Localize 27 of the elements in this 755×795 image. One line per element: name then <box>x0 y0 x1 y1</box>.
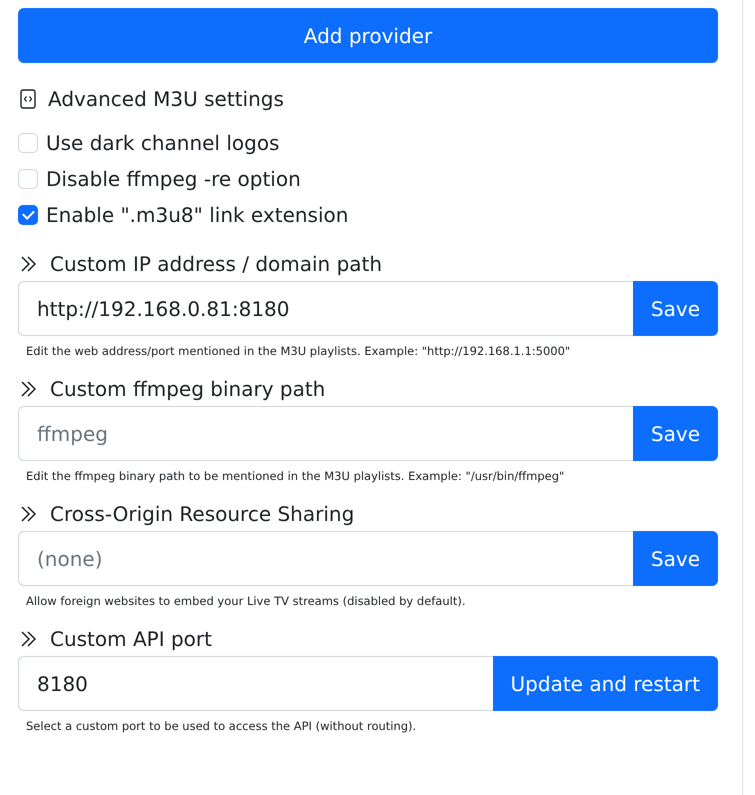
double-chevron-icon <box>20 630 38 648</box>
checkbox-label: Use dark channel logos <box>46 131 280 155</box>
add-provider-button[interactable]: Add provider <box>18 8 718 63</box>
save-button[interactable]: Save <box>632 531 718 586</box>
section-title: Custom ffmpeg binary path <box>50 377 326 401</box>
checkbox-label: Enable ".m3u8" link extension <box>46 203 348 227</box>
input-field[interactable]: (none) <box>18 531 633 586</box>
checkbox[interactable] <box>18 205 38 225</box>
input-field[interactable]: http://192.168.0.81:8180 <box>18 281 633 336</box>
section-title: Advanced M3U settings <box>48 87 284 111</box>
help-text: Edit the ffmpeg binary path to be mentioned in the M3U playlists. Example: "/usr/bin/ffmpeg" <box>26 469 566 483</box>
save-button[interactable]: Update and restart <box>492 656 718 711</box>
save-button[interactable]: Save <box>632 281 718 336</box>
double-chevron-icon <box>20 255 38 273</box>
help-text: Allow foreign websites to embed your Live TV streams (disabled by default). <box>26 594 466 608</box>
double-chevron-icon <box>20 380 38 398</box>
section-title: Custom IP address / domain path <box>50 252 382 276</box>
help-text: Select a custom port to be used to access the API (without routing). <box>26 719 418 733</box>
input-field[interactable]: 8180 <box>18 656 493 711</box>
save-button[interactable]: Save <box>632 406 718 461</box>
code-file-icon <box>20 89 36 109</box>
checkbox-label: Disable ffmpeg -re option <box>46 167 301 191</box>
help-text: Edit the web address/port mentioned in the M3U playlists. Example: "http://192.168.1.1:5000" <box>26 344 572 358</box>
input-field[interactable]: ffmpeg <box>18 406 633 461</box>
double-chevron-icon <box>20 505 38 523</box>
section-title: Cross-Origin Resource Sharing <box>50 502 354 526</box>
section-title: Custom API port <box>50 627 212 651</box>
